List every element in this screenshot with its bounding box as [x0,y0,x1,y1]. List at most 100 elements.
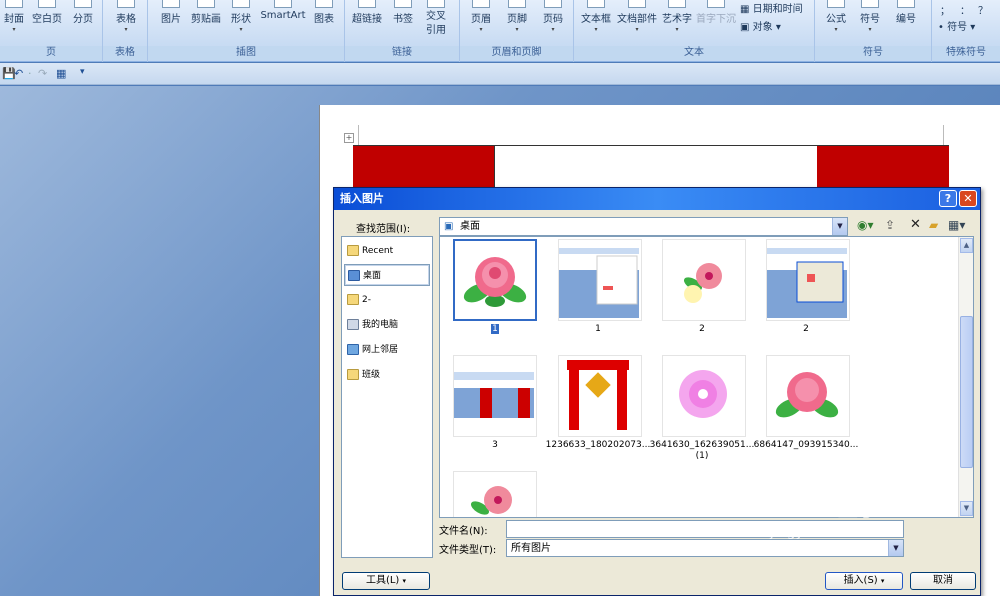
file-caption: 2 [803,324,809,334]
object-button[interactable]: ▣ 对象 ▾ [740,18,781,33]
place-desktop[interactable]: 桌面 [344,264,430,286]
place-recent[interactable]: Recent [344,240,430,262]
smartart-button[interactable]: SmartArt [260,0,306,21]
file-thumb-rose-2[interactable] [766,355,850,437]
shapes-button[interactable]: 形状 ▾ [228,0,254,33]
lookin-combo[interactable]: ▣ 桌面 ▼ [439,217,848,236]
folder-icon [347,245,359,256]
file-caption: 6864147_093915340... [753,440,859,450]
table-cell-red-left[interactable] [353,146,494,191]
file-thumb-flower-3[interactable] [453,471,537,517]
file-caption: 1 [491,324,499,334]
lookin-label: 查找范围(I): [356,224,411,235]
delete-icon[interactable]: ✕ [910,217,921,232]
help-button[interactable]: ? [939,190,957,207]
place-class[interactable]: 班级 [344,364,430,386]
views-icon[interactable]: ▦▾ [948,218,965,232]
quick-access-toolbar: 💾 ↶ · ↷ ▦ ▾ [0,63,1000,85]
smartart-icon [274,0,292,8]
folder-icon [347,294,359,305]
blank-page-button[interactable]: 空白页 [30,0,64,25]
hyperlink-button[interactable]: 超链接 [349,0,385,25]
page-break-button[interactable]: 分页 [70,0,96,25]
special-symbol-dropdown[interactable]: • 符号 ▾ [938,18,975,33]
picture-icon [162,0,180,8]
table-cell-red-right[interactable] [817,146,949,191]
scroll-up-icon[interactable]: ▲ [960,238,973,253]
table-button[interactable]: 表格 ▾ [114,0,138,33]
special-question[interactable]: ？ [978,2,988,17]
place-network[interactable]: 网上邻居 [344,339,430,361]
scroll-down-icon[interactable]: ▼ [960,501,973,516]
dropcap-button[interactable]: 首字下沉 [695,0,737,25]
insert-button[interactable]: 插入(S) ▾ [825,572,903,590]
wordart-button[interactable]: 艺术字 ▾ [660,0,694,33]
redo-icon[interactable]: ↷ [38,67,47,80]
file-thumb-couplet[interactable] [558,355,642,437]
new-folder-icon[interactable]: ▰ [929,218,938,232]
file-thumb-screenshot-1[interactable] [558,239,642,321]
chevron-down-icon[interactable]: ▼ [888,540,903,556]
bookmark-button[interactable]: 书签 [390,0,416,25]
customize-qat-icon[interactable]: ▾ [80,67,85,77]
group-pages: 封面 ▾ 空白页 分页 页 [0,0,103,62]
clipart-icon [197,0,215,8]
date-time-button[interactable]: ▦ 日期和时间 [740,0,803,15]
cross-reference-button[interactable]: 交叉引用 [423,0,449,38]
page-break-icon [74,0,92,8]
chevron-down-icon[interactable]: ▼ [832,218,847,235]
flower-image [683,263,722,303]
object-icon: ▣ [740,22,753,33]
special-semicolon[interactable]: ； [940,2,950,17]
place-2[interactable]: 2- [344,289,430,311]
screenshot-image [559,248,639,318]
group-header-footer: 页眉 ▾ 页脚 ▾ 页码 ▾ 页眉和页脚 [460,0,574,62]
group-illustrations: 图片 剪贴画 形状 ▾ SmartArt 图表 插图 [148,0,345,62]
page-number-button[interactable]: 页码 ▾ [540,0,566,33]
picture-button[interactable]: 图片 [158,0,184,25]
cancel-button[interactable]: 取消 [910,572,976,590]
group-symbols: 公式 ▾ 符号 ▾ 编号 符号 [815,0,932,62]
file-thumb-screenshot-3[interactable] [453,355,537,437]
tools-button[interactable]: 工具(L) ▾ [342,572,430,590]
file-caption: 1236633_180202073... [545,440,651,450]
chart-button[interactable]: 图表 [311,0,337,25]
couplet-image [567,360,629,430]
back-icon[interactable]: ◉▾ [857,218,874,232]
desktop-place-icon [348,270,360,281]
textbox-button[interactable]: 文本框 ▾ [579,0,613,33]
file-thumb-pink-flower[interactable] [662,355,746,437]
symbol-button[interactable]: 符号 ▾ [857,0,883,33]
table-icon [117,0,135,8]
group-label-symbols: 符号 [815,46,931,60]
footer-button[interactable]: 页脚 ▾ [504,0,530,33]
filetype-label: 文件类型(T): [439,545,497,556]
file-thumb-screenshot-2[interactable] [766,239,850,321]
scroll-thumb[interactable] [960,316,973,468]
dialog-titlebar: 插入图片 ? ✕ [334,188,980,210]
up-folder-icon[interactable]: ⇪ [885,218,895,232]
clipart-button[interactable]: 剪贴画 [190,0,222,25]
numbering-button[interactable]: 编号 [893,0,919,25]
cover-button[interactable]: 封面 ▾ [2,0,26,33]
blank-page-icon [38,0,56,8]
vertical-scrollbar[interactable]: ▲ ▼ [958,237,973,517]
margin-mark-right [943,125,944,145]
places-bar: Recent 桌面 2- 我的电脑 网上邻居 班级 [341,236,433,558]
file-thumb-rose[interactable] [453,239,537,321]
group-label-text: 文本 [574,46,814,60]
quick-parts-icon [628,0,646,8]
close-button[interactable]: ✕ [959,190,977,207]
place-my-computer[interactable]: 我的电脑 [344,314,430,336]
file-thumb-flower-2[interactable] [662,239,746,321]
screenshot-image [454,372,534,418]
file-list[interactable]: 1 1 2 2 3 1236633_180202073... 3641630_1… [439,236,974,518]
table-move-handle-icon[interactable]: + [344,133,354,143]
header-button[interactable]: 页眉 ▾ [468,0,494,33]
quick-parts-button[interactable]: 文档部件 ▾ [616,0,658,33]
undo-icon[interactable]: ↶ [14,67,23,80]
equation-button[interactable]: 公式 ▾ [823,0,849,33]
print-preview-icon[interactable]: ▦ [56,67,66,80]
special-colon[interactable]: ： [960,2,970,17]
filetype-select[interactable]: 所有图片 ▼ [506,539,904,557]
